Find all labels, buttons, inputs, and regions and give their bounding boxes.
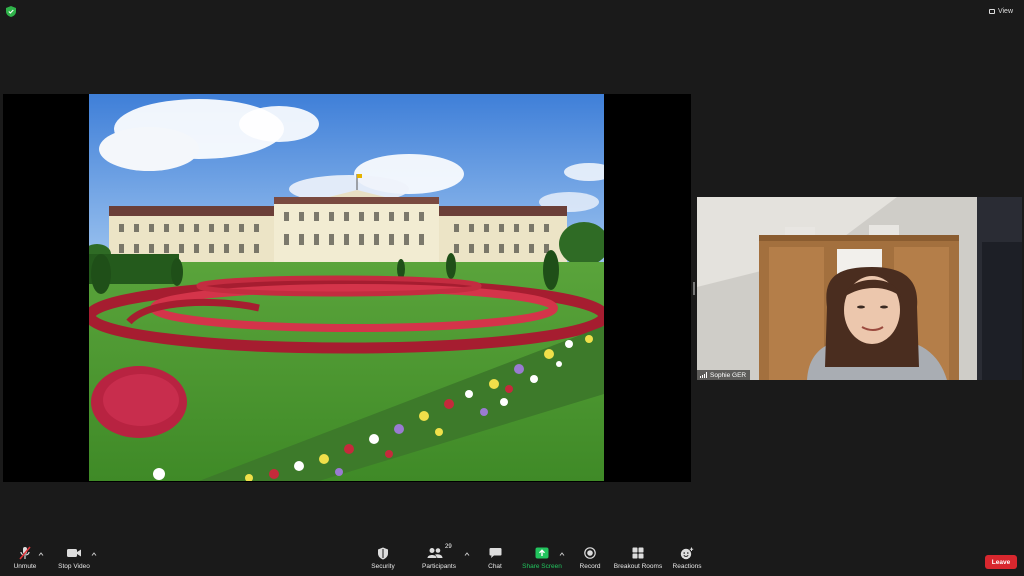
share-options-caret[interactable] — [559, 551, 565, 557]
chevron-up-icon — [38, 552, 44, 556]
breakout-rooms-icon — [628, 546, 648, 560]
view-label: View — [997, 7, 1013, 15]
unmute-label: Unmute — [13, 563, 37, 570]
participants-options-caret[interactable] — [464, 551, 470, 557]
chevron-up-icon — [91, 552, 97, 556]
participants-count: 29 — [445, 544, 452, 550]
chevron-up-icon — [559, 552, 565, 556]
security-button[interactable]: Security — [368, 540, 398, 576]
shared-photo — [89, 94, 604, 481]
view-button[interactable]: View — [983, 5, 1018, 17]
leave-button[interactable]: Leave — [985, 555, 1017, 569]
signal-strength-icon — [700, 372, 707, 378]
meeting-toolbar: Unmute Stop Video Security 29 Participan… — [0, 540, 1024, 576]
chevron-up-icon — [464, 552, 470, 556]
share-screen-icon — [532, 546, 552, 560]
grid-view-icon — [988, 8, 995, 14]
people-icon: 29 — [424, 544, 454, 560]
stop-video-label: Stop Video — [58, 563, 90, 570]
share-screen-label: Share Screen — [522, 563, 562, 570]
chat-button[interactable]: Chat — [482, 540, 508, 576]
participant-video-tile[interactable]: Sophie GER — [697, 197, 1022, 380]
participant-name: Sophie GER — [710, 371, 747, 379]
stop-video-button[interactable]: Stop Video — [55, 540, 93, 576]
shield-icon — [373, 546, 393, 560]
participant-name-tag: Sophie GER — [697, 370, 751, 380]
shield-check-icon[interactable] — [6, 6, 16, 17]
record-label: Record — [579, 563, 601, 570]
reactions-label: Reactions — [672, 563, 702, 570]
reactions-button[interactable]: Reactions — [671, 540, 703, 576]
participants-label: Participants — [422, 563, 456, 570]
breakout-rooms-label: Breakout Rooms — [613, 563, 663, 570]
security-label: Security — [371, 563, 395, 570]
share-screen-button[interactable]: Share Screen — [521, 540, 563, 576]
chat-label: Chat — [488, 563, 502, 570]
split-resize-handle[interactable] — [693, 282, 695, 295]
video-options-caret[interactable] — [91, 551, 97, 557]
record-button[interactable]: Record — [576, 540, 604, 576]
smiley-plus-icon — [677, 546, 697, 560]
audio-options-caret[interactable] — [38, 551, 44, 557]
microphone-muted-icon — [15, 546, 35, 560]
participants-button[interactable]: 29 Participants — [420, 540, 458, 576]
chat-bubble-icon — [485, 546, 505, 560]
breakout-rooms-button[interactable]: Breakout Rooms — [613, 540, 663, 576]
unmute-button[interactable]: Unmute — [8, 540, 42, 576]
record-icon — [580, 546, 600, 560]
video-camera-icon — [64, 546, 84, 560]
